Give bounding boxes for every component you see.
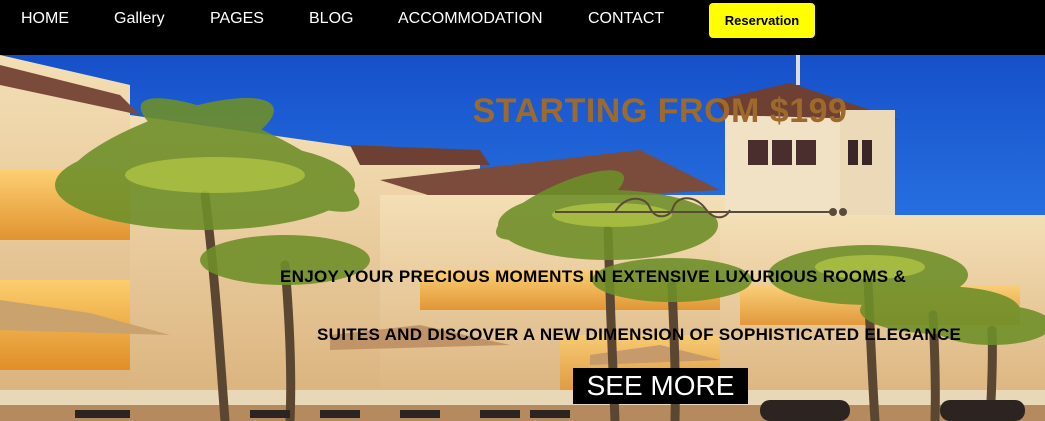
hero-headline: STARTING FROM $199 [472,92,848,130]
see-more-button[interactable]: SEE MORE [573,368,748,404]
hero-tagline-line-1: ENJOY YOUR PRECIOUS MOMENTS IN EXTENSIVE… [280,267,907,286]
nav-pages-link[interactable]: PAGES [210,10,264,28]
ornamental-divider-icon [555,197,847,219]
nav-home-link[interactable]: HOME [21,10,69,28]
top-navigation: HOME Gallery PAGES BLOG ACCOMMODATION CO… [0,0,1045,55]
nav-contact-link[interactable]: CONTACT [588,10,664,28]
nav-gallery-link[interactable]: Gallery [114,10,165,28]
hero-tagline-line-2: SUITES AND DISCOVER A NEW DIMENSION OF S… [317,325,962,344]
hero-banner: STARTING FROM $199 ENJOY YOUR PRECIOUS M… [0,55,1045,421]
reservation-button[interactable]: Reservation [709,3,815,38]
nav-blog-link[interactable]: BLOG [309,10,353,28]
nav-accommodation-link[interactable]: ACCOMMODATION [398,10,543,28]
